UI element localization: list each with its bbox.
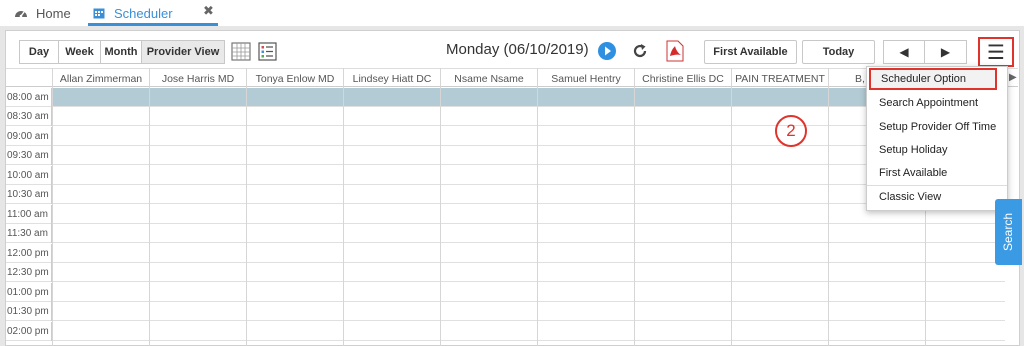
view-week-button[interactable]: Week — [58, 40, 101, 64]
tab-home-label: Home — [36, 5, 71, 21]
time-label: 09:00 am — [6, 127, 52, 146]
grid-divider — [731, 68, 732, 346]
menu-item-provider-off-time[interactable]: Setup Provider Off Time — [867, 116, 1007, 138]
time-label: 10:30 am — [6, 185, 52, 204]
time-label: 11:00 am — [6, 205, 52, 224]
play-icon[interactable] — [596, 40, 618, 62]
prev-button[interactable]: ◀ — [883, 40, 925, 64]
grid-divider — [149, 68, 150, 346]
date-title: Monday (06/10/2019) — [446, 41, 589, 58]
time-row: 08:00 am — [6, 88, 1005, 107]
menu-item-scheduler-option[interactable]: Scheduler Option — [869, 68, 997, 90]
view-provider-button[interactable]: Provider View — [141, 40, 225, 64]
time-label: 01:00 pm — [6, 283, 52, 302]
menu-item-search-appointment[interactable]: Search Appointment — [867, 92, 1007, 114]
time-row: 01:30 pm — [6, 302, 1005, 321]
next-button[interactable]: ▶ — [924, 40, 967, 64]
scheduler-options-menu: Scheduler Option Search Appointment Setu… — [866, 66, 1008, 211]
menu-item-setup-holiday[interactable]: Setup Holiday — [867, 139, 1007, 161]
dashboard-icon — [14, 6, 28, 20]
time-row: 08:30 am — [6, 107, 1005, 126]
time-row: 11:00 am — [6, 205, 1005, 224]
provider-column-header[interactable]: Christine Ellis DC — [634, 69, 731, 88]
pdf-icon[interactable] — [664, 38, 686, 64]
time-label: 09:30 am — [6, 146, 52, 165]
time-row: 09:30 am — [6, 146, 1005, 165]
grid-divider — [52, 68, 53, 346]
provider-column-header[interactable]: Allan Zimmerman — [52, 69, 149, 88]
provider-column-header[interactable]: Tonya Enlow MD — [246, 69, 343, 88]
provider-column-header[interactable]: Samuel Hentry — [537, 69, 634, 88]
menu-item-first-available[interactable]: First Available — [867, 162, 1007, 184]
time-label: 08:00 am — [6, 88, 52, 107]
view-day-button[interactable]: Day — [19, 40, 59, 64]
provider-column-header[interactable]: PAIN TREATMENT — [731, 69, 828, 88]
time-row: 11:30 am — [6, 224, 1005, 243]
time-label: 12:30 pm — [6, 263, 52, 282]
refresh-icon[interactable] — [629, 40, 651, 62]
provider-column-header[interactable]: Jose Harris MD — [149, 69, 246, 88]
step-number-annotation: 2 — [775, 115, 807, 147]
first-available-button[interactable]: First Available — [704, 40, 797, 64]
provider-column-header[interactable]: Lindsey Hiatt DC — [343, 69, 440, 88]
time-label: 08:30 am — [6, 107, 52, 126]
time-row: 10:30 am — [6, 185, 1005, 204]
time-label: 11:30 am — [6, 224, 52, 243]
menu-item-classic-view[interactable]: Classic View — [867, 186, 1007, 208]
grid-divider — [828, 68, 829, 346]
time-row: 10:00 am — [6, 166, 1005, 185]
time-row: 02:00 pm — [6, 322, 1005, 341]
time-row: 09:00 am — [6, 127, 1005, 146]
search-side-tab[interactable]: Search — [995, 199, 1022, 265]
provider-column-header[interactable]: Nsame Nsame — [440, 69, 537, 88]
time-label: 12:00 pm — [6, 244, 52, 263]
time-row: 12:00 pm — [6, 244, 1005, 263]
view-month-button[interactable]: Month — [100, 40, 142, 64]
tab-scheduler-label: Scheduler — [114, 5, 173, 21]
calendar-grid-icon[interactable] — [230, 40, 252, 62]
calendar-icon — [92, 6, 106, 20]
time-label: 10:00 am — [6, 166, 52, 185]
hamburger-icon: ☰ — [987, 41, 1005, 64]
grid-divider — [537, 68, 538, 346]
time-row: 12:30 pm — [6, 263, 1005, 282]
grid-divider — [343, 68, 344, 346]
time-label: 01:30 pm — [6, 302, 52, 321]
top-tab-bar: Home Scheduler ✖ — [0, 0, 1024, 26]
list-view-icon[interactable] — [256, 40, 278, 62]
menu-button[interactable]: ☰ — [978, 37, 1014, 67]
tab-home[interactable]: Home — [14, 0, 71, 26]
time-label: 02:00 pm — [6, 322, 52, 341]
grid-divider — [440, 68, 441, 346]
time-row: 01:00 pm — [6, 283, 1005, 302]
close-tab-icon[interactable]: ✖ — [203, 3, 214, 19]
grid-divider — [634, 68, 635, 346]
search-side-tab-label: Search — [1001, 212, 1016, 252]
scroll-right-icon[interactable]: ▶ — [1009, 72, 1017, 83]
today-button[interactable]: Today — [802, 40, 875, 64]
grid-divider — [246, 68, 247, 346]
